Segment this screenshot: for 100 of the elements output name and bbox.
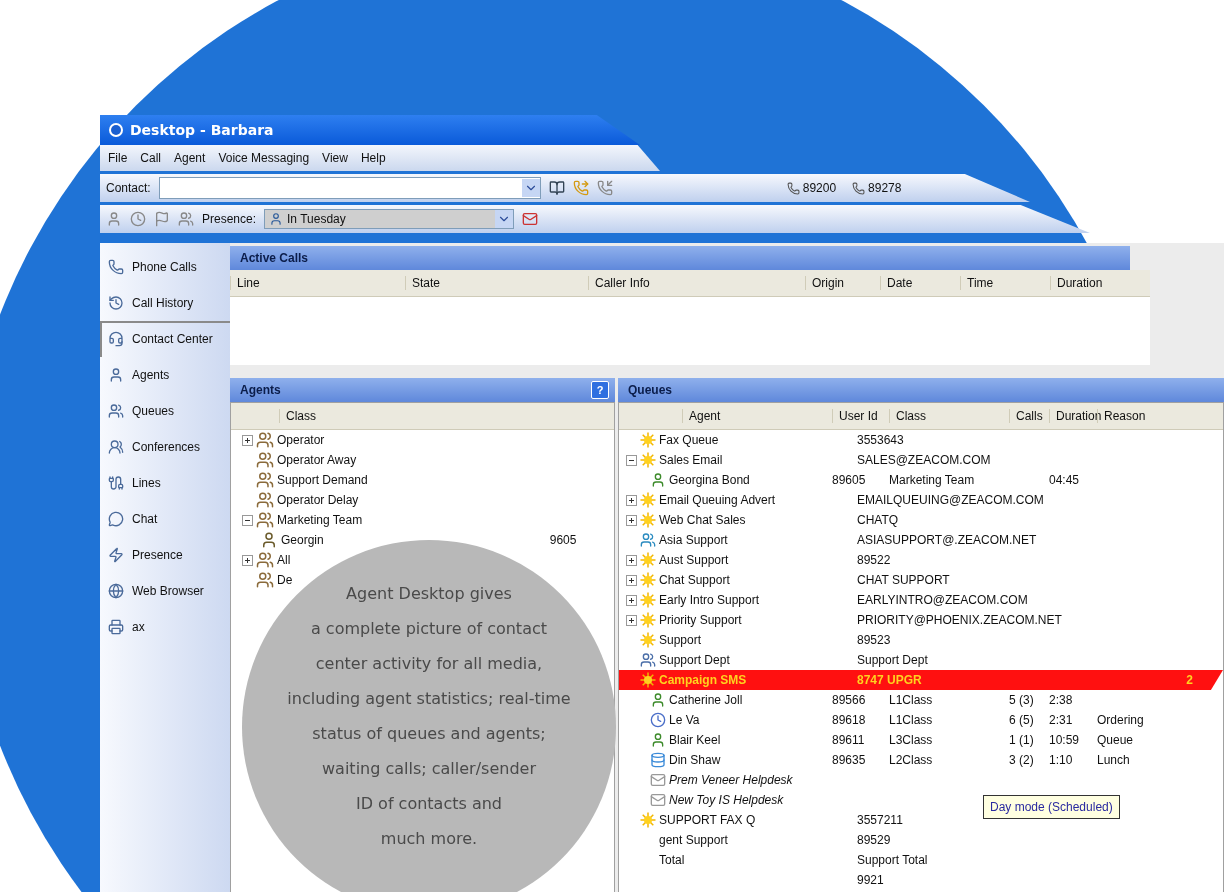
user-id: 89611 <box>832 733 865 747</box>
tree-item-label[interactable]: De <box>277 573 293 587</box>
expand-toggle[interactable] <box>626 514 637 526</box>
menu-item[interactable]: Call <box>140 151 161 165</box>
sidebar-item[interactable]: Web Browser <box>100 573 230 609</box>
expand-toggle[interactable] <box>242 434 253 446</box>
column-header[interactable]: User Id <box>832 409 889 423</box>
queue-name: SUPPORT FAX Q <box>659 813 756 827</box>
column-header[interactable]: Caller Info <box>588 276 805 290</box>
tree-item-label[interactable]: Operator Delay <box>277 493 359 507</box>
people-icon <box>256 491 274 509</box>
phone-icon <box>786 181 800 195</box>
sun-icon <box>640 592 656 608</box>
expand-toggle[interactable] <box>242 554 253 566</box>
sun-icon <box>640 492 656 508</box>
tree-item-label[interactable]: Marketing Team <box>277 513 363 527</box>
expand-toggle[interactable] <box>626 614 637 626</box>
class-name: Marketing Team <box>889 473 975 487</box>
column-header[interactable]: Time <box>960 276 1050 290</box>
sidebar-item[interactable]: Conferences <box>100 429 230 465</box>
column-header[interactable]: Class <box>279 409 529 423</box>
user-id: 89618 <box>832 713 866 727</box>
mailbox-icon[interactable] <box>522 211 539 227</box>
collapse-toggle[interactable] <box>242 514 253 526</box>
call-count: 5 (3) <box>1009 693 1034 707</box>
sidebar-item[interactable]: Contact Center <box>100 321 230 357</box>
sun-icon <box>640 452 656 468</box>
call-count: 6 (5) <box>1009 713 1034 727</box>
reason: Lunch <box>1097 753 1130 767</box>
sidebar-item[interactable]: ax <box>100 609 230 645</box>
reason: Ordering <box>1097 713 1144 727</box>
phone-icon <box>108 259 124 275</box>
sidebar-item[interactable]: Presence <box>100 537 230 573</box>
person-icon <box>650 732 666 748</box>
sidebar-item[interactable]: Call History <box>100 285 230 321</box>
column-header[interactable]: Origin <box>805 276 880 290</box>
column-header[interactable]: State <box>405 276 588 290</box>
sidebar-item[interactable]: Agents <box>100 357 230 393</box>
phone-incoming-icon[interactable] <box>596 180 613 196</box>
dropdown-button[interactable] <box>495 210 514 228</box>
tree-item-label[interactable]: All <box>277 553 291 567</box>
queue-address: EMAILQUEUING@ZEACOM.COM <box>857 493 1044 507</box>
presence-label: Presence: <box>202 212 257 226</box>
menu-item[interactable]: Voice Messaging <box>218 151 310 165</box>
people-icon[interactable] <box>178 211 194 227</box>
menu-item[interactable]: Agent <box>174 151 206 165</box>
presence-select[interactable]: In Tuesday <box>264 209 515 229</box>
menu-item[interactable]: File <box>108 151 128 165</box>
column-header[interactable]: Duration <box>1050 276 1150 290</box>
class-name: L1Class <box>889 693 933 707</box>
queue-name: Aust Support <box>659 553 729 567</box>
column-header[interactable]: Agent <box>682 409 832 423</box>
expand-toggle[interactable] <box>626 574 637 586</box>
sun-icon <box>640 512 656 528</box>
agent-name: New Toy IS Helpdesk <box>669 793 784 807</box>
sidebar-item[interactable]: Phone Calls <box>100 249 230 285</box>
line-button[interactable]: 89278 <box>852 181 902 195</box>
agent-name: Le Va <box>669 713 700 727</box>
clock-icon[interactable] <box>130 211 146 227</box>
column-header[interactable]: Date <box>880 276 960 290</box>
person-icon[interactable] <box>106 211 122 227</box>
queue-name: Early Intro Support <box>659 593 760 607</box>
column-header[interactable]: Class <box>889 409 1009 423</box>
menu-item[interactable]: Help <box>360 151 386 165</box>
line-button[interactable]: 89200 <box>786 181 837 195</box>
expand-toggle[interactable] <box>626 594 637 606</box>
envelope-icon <box>650 792 666 808</box>
user-id: 89566 <box>832 693 866 707</box>
tree-item-label[interactable]: Support Demand <box>277 473 368 487</box>
sidebar-item[interactable]: Chat <box>100 501 230 537</box>
queue-name: Fax Queue <box>659 433 719 447</box>
app-logo-icon <box>108 122 124 138</box>
tree-item-label[interactable]: Operator Away <box>277 453 357 467</box>
sidebar-item[interactable]: Lines <box>100 465 230 501</box>
queue-address: Support Dept <box>857 653 928 667</box>
menu-item[interactable]: View <box>322 151 348 165</box>
printer-icon <box>108 619 124 635</box>
class-name: L2Class <box>889 753 933 767</box>
cable-icon <box>108 475 124 491</box>
column-header[interactable]: Line <box>230 276 405 290</box>
people-icon <box>256 551 274 569</box>
people-icon <box>256 431 274 449</box>
expand-toggle[interactable] <box>626 494 637 506</box>
dropdown-button[interactable] <box>521 179 540 197</box>
tree-item-label[interactable]: Operator <box>277 433 325 447</box>
collapse-toggle[interactable] <box>626 454 637 466</box>
sidebar-item[interactable]: Queues <box>100 393 230 429</box>
queue-address: 89522 <box>857 553 891 567</box>
queue-address: 89529 <box>857 833 891 847</box>
help-button[interactable]: ? <box>591 381 609 399</box>
tree-item-label[interactable]: Georgin <box>281 533 324 547</box>
call-count: 1 (1) <box>1009 733 1034 747</box>
queue-name: Total <box>659 853 685 867</box>
speech-bubble-icon <box>108 511 124 527</box>
expand-toggle[interactable] <box>626 554 637 566</box>
flag-icon[interactable] <box>154 211 170 227</box>
book-icon[interactable] <box>548 180 565 196</box>
sun-icon <box>640 552 656 568</box>
contact-field[interactable] <box>158 177 541 199</box>
column-header[interactable]: Calls <box>1009 409 1049 423</box>
